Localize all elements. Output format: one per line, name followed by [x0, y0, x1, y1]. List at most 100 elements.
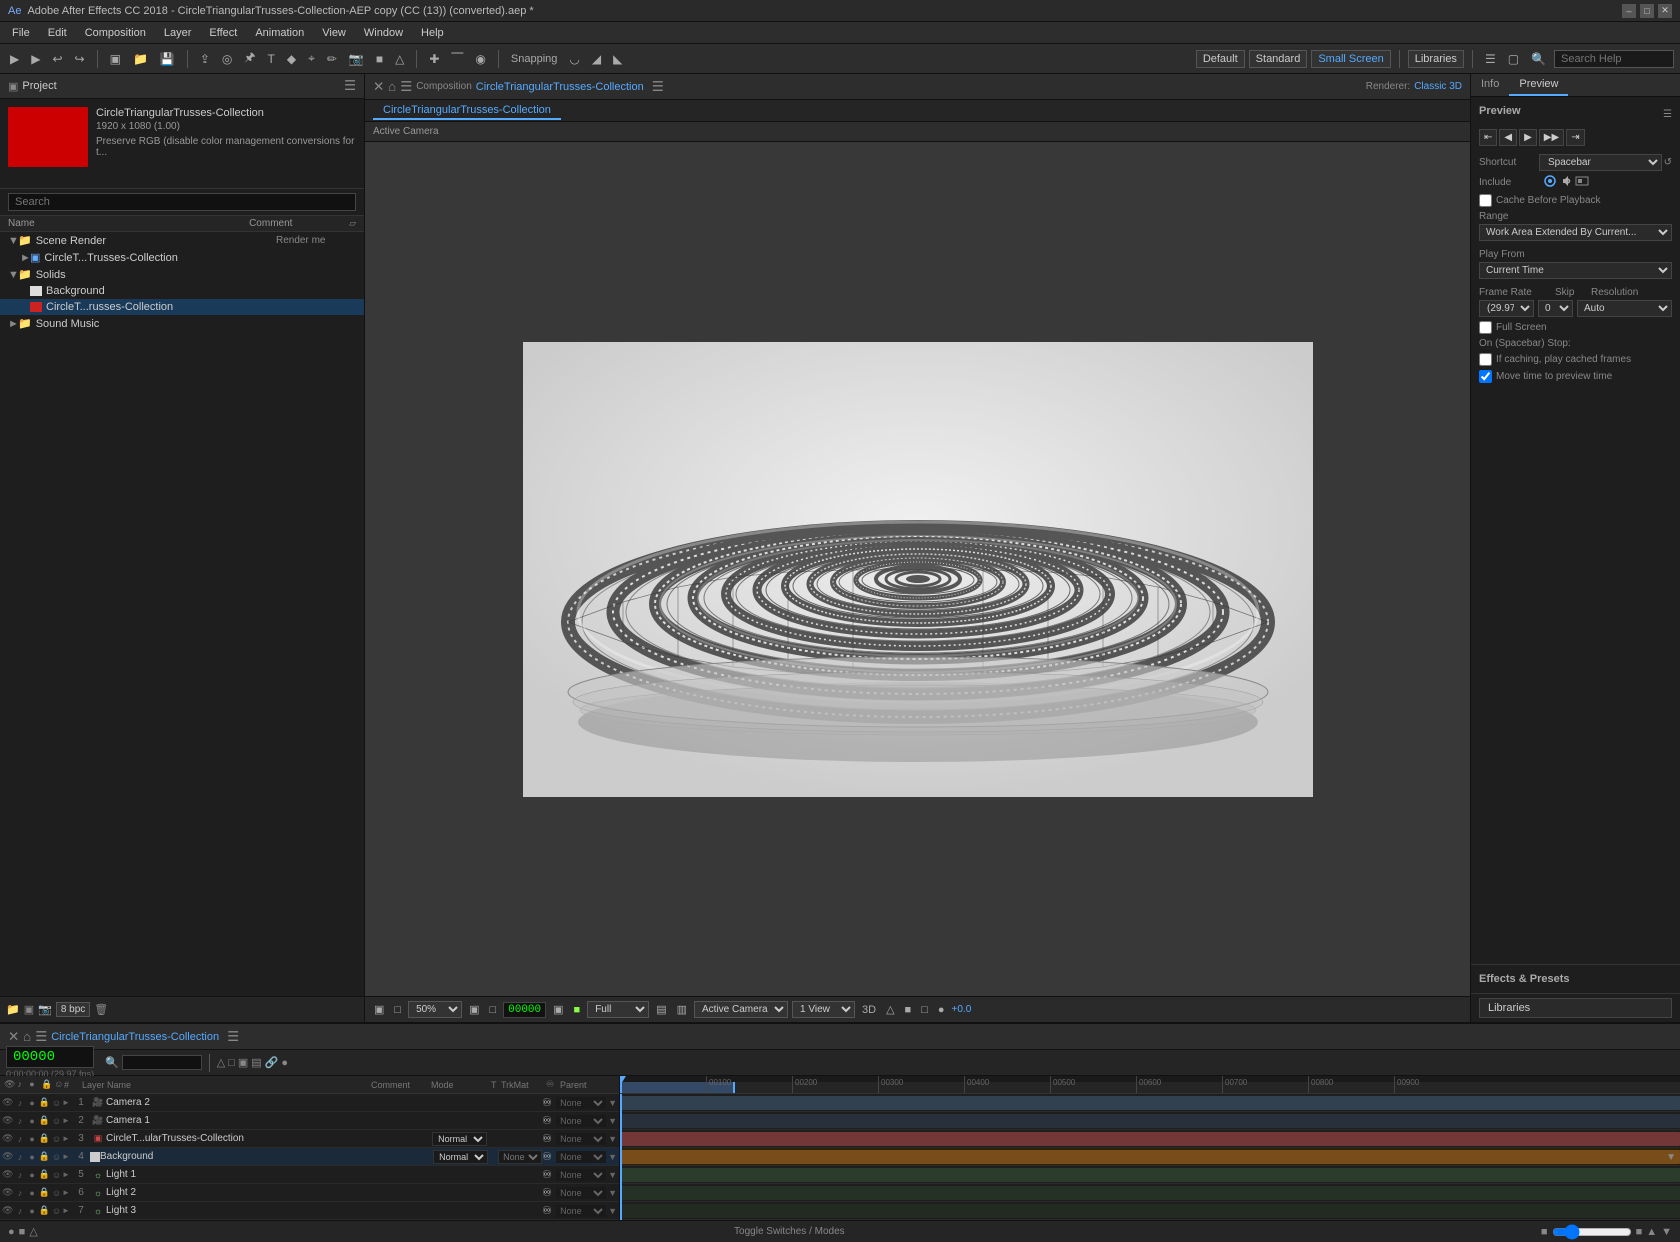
- if-caching-checkbox[interactable]: [1479, 353, 1492, 366]
- new-folder-btn[interactable]: 📁: [6, 1003, 20, 1016]
- include-video-btn[interactable]: [1543, 175, 1557, 190]
- snap-btn[interactable]: □: [486, 1003, 499, 1017]
- menu-view[interactable]: View: [314, 25, 354, 41]
- layer-7-expand[interactable]: ►: [62, 1206, 72, 1215]
- toolbar-select[interactable]: ▶: [27, 50, 44, 68]
- comp-timecode[interactable]: 00000: [503, 1002, 546, 1018]
- project-search-input[interactable]: [8, 193, 356, 211]
- layer-5-shy-btn[interactable]: ☺: [51, 1169, 62, 1180]
- timeline-settings-btn[interactable]: ☰: [227, 1029, 239, 1045]
- layer-3-lock-btn[interactable]: 🔒: [39, 1133, 50, 1144]
- toolbar-tool-2[interactable]: ◎: [218, 50, 236, 68]
- workspace-default[interactable]: Default: [1196, 50, 1245, 68]
- toggle-trans-btn[interactable]: △: [883, 1002, 897, 1017]
- layer-5-solo-btn[interactable]: ●: [27, 1169, 38, 1180]
- timeline-footer-zoom-in[interactable]: ■: [1636, 1226, 1643, 1238]
- cache-checkbox[interactable]: [1479, 194, 1492, 207]
- toolbar-extra-2[interactable]: ◣: [609, 50, 626, 68]
- renderer-value[interactable]: Classic 3D: [1414, 81, 1462, 92]
- layer-3-mode-select[interactable]: Normal: [432, 1132, 487, 1146]
- menu-edit[interactable]: Edit: [40, 25, 75, 41]
- delete-btn[interactable]: 🗑: [94, 1003, 108, 1016]
- layer-1-lock-btn[interactable]: 🔒: [39, 1097, 50, 1108]
- toggle-alpha-btn[interactable]: □: [918, 1003, 931, 1017]
- color-btn[interactable]: ■: [571, 1003, 584, 1017]
- menu-animation[interactable]: Animation: [247, 25, 312, 41]
- minimize-button[interactable]: –: [1622, 4, 1636, 18]
- layer-7-vis-btn[interactable]: 👁: [2, 1205, 13, 1216]
- new-footage-btn[interactable]: 📷: [38, 1003, 52, 1016]
- comp-regions-btn[interactable]: ▣: [371, 1002, 387, 1017]
- tl-btn-1[interactable]: △: [217, 1056, 225, 1069]
- include-audio-btn[interactable]: [1559, 175, 1573, 190]
- toggle-pixel-btn[interactable]: ■: [902, 1003, 915, 1017]
- step-back-btn[interactable]: ◀: [1499, 129, 1517, 146]
- play-btn[interactable]: ▶: [1519, 129, 1537, 146]
- layer-3-audio-btn[interactable]: ♪: [14, 1133, 25, 1144]
- layer-4-lock-btn[interactable]: 🔒: [39, 1151, 50, 1162]
- go-to-end-btn[interactable]: ⇥: [1566, 129, 1584, 146]
- layer-4-expand[interactable]: ►: [62, 1152, 72, 1161]
- toolbar-undo[interactable]: ↩: [48, 50, 66, 68]
- timeline-menu-btn[interactable]: ☰: [35, 1029, 47, 1045]
- shortcut-reset-btn[interactable]: ↺: [1664, 157, 1672, 168]
- play-from-select[interactable]: Current Time: [1479, 262, 1672, 279]
- comp-view-btn[interactable]: □: [391, 1003, 404, 1017]
- timeline-footer-zoom-out[interactable]: ■: [1541, 1226, 1548, 1238]
- toggle-render-btn[interactable]: ●: [935, 1003, 948, 1017]
- layer-2-audio-btn[interactable]: ♪: [14, 1115, 25, 1126]
- layer-4-parent-select[interactable]: None: [556, 1151, 606, 1163]
- comp-tab-main[interactable]: CircleTriangularTrusses-Collection: [373, 102, 561, 120]
- view-quality-select[interactable]: Full Half Quarter: [587, 1001, 649, 1018]
- playhead[interactable]: [620, 1076, 622, 1093]
- comp-close-btn[interactable]: ✕: [373, 79, 384, 95]
- toolbar-extra-1[interactable]: ◢: [588, 50, 605, 68]
- toolbar-tool-5[interactable]: ◆: [283, 50, 300, 68]
- layer-2-shy-btn[interactable]: ☺: [51, 1115, 62, 1126]
- toolbar-tool-4[interactable]: T: [264, 50, 279, 68]
- layer-4-mode-select[interactable]: Normal: [433, 1150, 488, 1164]
- tree-item-solids[interactable]: ▼ 📁 Solids: [0, 266, 364, 283]
- tl-btn-6[interactable]: ●: [281, 1057, 288, 1069]
- layer-5-lock-btn[interactable]: 🔒: [39, 1169, 50, 1180]
- project-menu-btn[interactable]: ☰: [344, 78, 356, 94]
- comp-home-btn[interactable]: ⌂: [388, 79, 396, 94]
- workspace-extra-btn[interactable]: ▢: [1504, 50, 1523, 68]
- tl-btn-5[interactable]: 🔗: [265, 1056, 279, 1069]
- search-input[interactable]: [1554, 50, 1674, 68]
- layer-2-lock-btn[interactable]: 🔒: [39, 1115, 50, 1126]
- timeline-footer-btn-3[interactable]: △: [29, 1225, 37, 1238]
- maximize-button[interactable]: □: [1640, 4, 1654, 18]
- layer-4-vis-btn[interactable]: 👁: [2, 1151, 13, 1162]
- toolbar-align-2[interactable]: ⎺: [447, 49, 467, 68]
- toolbar-tool-7[interactable]: ✏: [323, 50, 341, 68]
- workspace-libraries[interactable]: Libraries: [1408, 50, 1464, 68]
- toolbar-tool-3[interactable]: 🖈: [240, 46, 259, 71]
- layer-6-lock-btn[interactable]: 🔒: [39, 1187, 50, 1198]
- fit-btn[interactable]: ▣: [466, 1002, 482, 1017]
- layer-1-parent-select[interactable]: None: [556, 1097, 606, 1109]
- timeline-close-btn[interactable]: ✕: [8, 1029, 19, 1045]
- layer-1-solo-btn[interactable]: ●: [27, 1097, 38, 1108]
- layout-select[interactable]: 1 View 2 Views 4 Views: [792, 1001, 855, 1018]
- layer-4-shy-btn[interactable]: ☺: [51, 1151, 62, 1162]
- tl-btn-4[interactable]: ▤: [251, 1056, 261, 1069]
- timeline-footer-scroll-down[interactable]: ▼: [1661, 1226, 1672, 1238]
- layer-1-vis-btn[interactable]: 👁: [2, 1097, 13, 1108]
- safe-zones-btn[interactable]: ▥: [674, 1002, 690, 1017]
- workspace-standard[interactable]: Standard: [1249, 50, 1308, 68]
- layer-7-audio-btn[interactable]: ♪: [14, 1205, 25, 1216]
- layer-6-vis-btn[interactable]: 👁: [2, 1187, 13, 1198]
- layer-2-solo-btn[interactable]: ●: [27, 1115, 38, 1126]
- tl-btn-3[interactable]: ▣: [238, 1056, 248, 1069]
- layer-2-vis-btn[interactable]: 👁: [2, 1115, 13, 1126]
- libraries-btn[interactable]: Libraries: [1479, 998, 1672, 1018]
- toolbar-tool-1[interactable]: ⇪: [196, 50, 214, 68]
- camera-snap-btn[interactable]: ▣: [550, 1002, 566, 1017]
- timeline-timecode[interactable]: 00000: [6, 1046, 94, 1068]
- layer-6-audio-btn[interactable]: ♪: [14, 1187, 25, 1198]
- layer-6-parent-select[interactable]: None: [556, 1187, 606, 1199]
- tab-preview[interactable]: Preview: [1509, 74, 1568, 96]
- zoom-select[interactable]: 50% 100% 200%: [408, 1001, 462, 1018]
- toolbar-tool-9[interactable]: ■: [372, 50, 387, 68]
